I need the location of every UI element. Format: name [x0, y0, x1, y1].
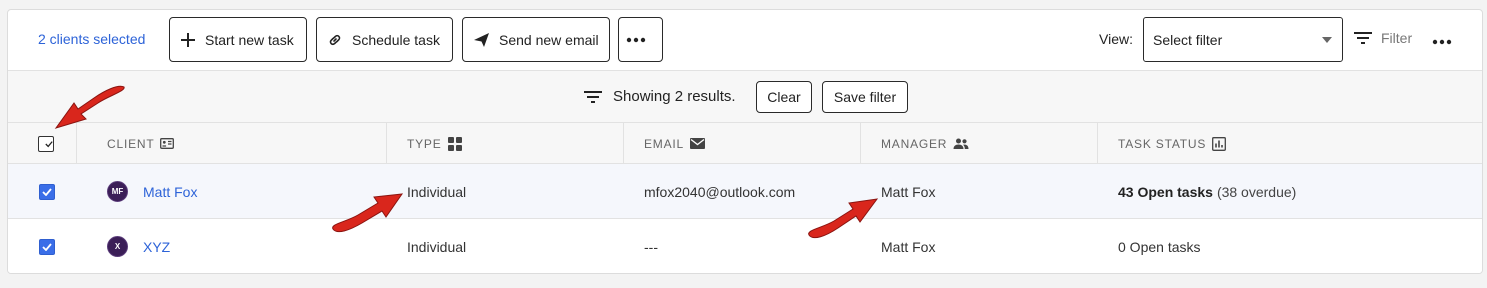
column-header-type[interactable]: TYPE [407, 123, 462, 164]
overdue-count: (38 overdue) [1216, 183, 1297, 200]
email-cell: mfox2040@outlook.com [644, 183, 796, 200]
client-cell: X XYZ [107, 219, 170, 273]
open-tasks-count[interactable]: 0 Open tasks [1118, 239, 1201, 255]
schedule-task-button[interactable]: Schedule task [316, 17, 453, 62]
results-summary: Showing 2 results. [583, 88, 736, 105]
filter-button[interactable]: Filter [1353, 30, 1412, 46]
column-header-type-label: TYPE [407, 136, 442, 151]
overflow-menu-button[interactable] [1432, 32, 1452, 48]
id-card-icon [160, 138, 175, 149]
filter-label: Filter [1381, 30, 1413, 46]
type-cell: Individual [407, 183, 467, 200]
column-divider [386, 123, 387, 164]
row-select-cell [39, 164, 55, 219]
type-cell: Individual [407, 238, 467, 255]
avatar: MF [107, 181, 128, 202]
plus-icon [181, 32, 195, 47]
column-divider [76, 123, 77, 164]
people-icon [953, 138, 969, 149]
bar-chart-icon [1212, 136, 1227, 151]
schedule-task-label: Schedule task [352, 31, 440, 48]
client-name-link[interactable]: XYZ [143, 239, 170, 255]
view-filter-select[interactable]: Select filter [1143, 17, 1343, 62]
more-actions-button[interactable] [618, 17, 663, 62]
check-icon [45, 140, 53, 147]
column-header-email-label: EMAIL [644, 136, 685, 151]
column-header-task-status[interactable]: TASK STATUS [1118, 123, 1227, 164]
start-new-task-label: Start new task [205, 31, 294, 48]
column-header-client-label: CLIENT [107, 136, 155, 151]
check-icon [42, 242, 52, 251]
send-icon [474, 32, 489, 47]
client-cell: MF Matt Fox [107, 164, 197, 219]
save-filter-button[interactable]: Save filter [822, 81, 908, 113]
more-icon [626, 37, 646, 42]
selected-count-link[interactable]: 2 clients selected [38, 31, 145, 47]
email-cell: --- [644, 238, 658, 255]
results-count-text: Showing 2 results. [613, 88, 736, 105]
client-name-link[interactable]: Matt Fox [143, 184, 197, 200]
column-header-manager-label: MANAGER [881, 136, 948, 151]
table-row[interactable]: MF Matt Fox Individual mfox2040@outlook.… [8, 164, 1482, 219]
filter-results-bar: Showing 2 results. Clear Save filter [8, 71, 1482, 123]
task-status-cell: 0 Open tasks [1118, 219, 1201, 273]
filter-icon [1354, 32, 1372, 44]
table-header: CLIENT TYPE EMAIL MANAGER TASK STATUS [8, 123, 1482, 164]
open-tasks-count[interactable]: 43 Open tasks [1118, 184, 1213, 200]
view-label: View: [1099, 31, 1133, 47]
filter-icon [584, 90, 602, 103]
column-header-client[interactable]: CLIENT [107, 123, 175, 164]
column-header-manager[interactable]: MANAGER [881, 123, 969, 164]
select-all-checkbox[interactable] [38, 135, 54, 152]
chevron-down-icon [1322, 37, 1332, 43]
bulk-action-toolbar: 2 clients selected Start new task Schedu… [8, 10, 1482, 71]
clear-filter-button[interactable]: Clear [756, 81, 812, 113]
avatar: X [107, 236, 128, 257]
column-divider [860, 123, 861, 164]
link-icon [329, 34, 341, 45]
column-header-task-status-label: TASK STATUS [1118, 136, 1207, 151]
check-icon [42, 187, 52, 196]
send-new-email-label: Send new email [499, 31, 599, 48]
clients-card: 2 clients selected Start new task Schedu… [7, 9, 1483, 274]
more-icon [1432, 39, 1452, 45]
view-filter-value: Select filter [1153, 31, 1223, 48]
manager-cell: Matt Fox [881, 183, 936, 200]
manager-cell: Matt Fox [881, 238, 936, 255]
send-new-email-button[interactable]: Send new email [462, 17, 610, 62]
column-header-email[interactable]: EMAIL [644, 123, 706, 164]
row-select-checkbox[interactable] [39, 238, 55, 255]
column-divider [1097, 123, 1098, 164]
row-select-checkbox[interactable] [39, 183, 55, 200]
column-divider [623, 123, 624, 164]
row-select-cell [39, 219, 55, 273]
select-all-cell [38, 123, 54, 164]
grid-icon [447, 136, 462, 151]
task-status-cell: 43 Open tasks (38 overdue) [1118, 164, 1296, 219]
start-new-task-button[interactable]: Start new task [169, 17, 307, 62]
mail-icon [690, 138, 706, 149]
table-row[interactable]: X XYZ Individual --- Matt Fox 0 Open tas… [8, 219, 1482, 273]
